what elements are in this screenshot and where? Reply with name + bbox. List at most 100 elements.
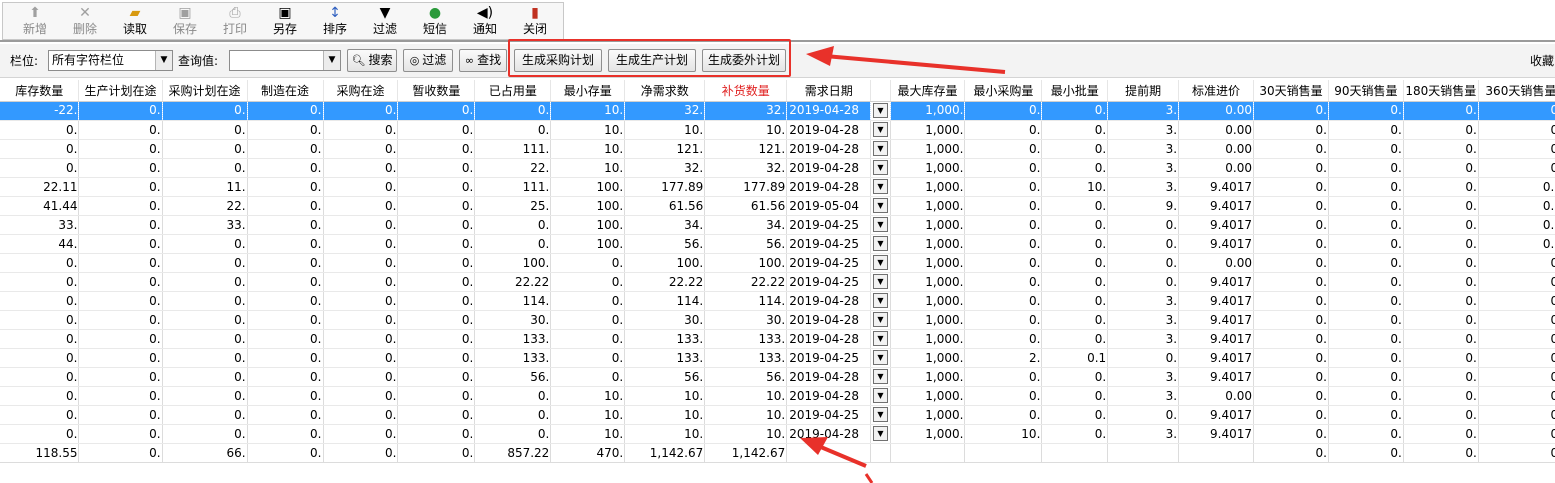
table-cell[interactable]: 0. — [323, 253, 399, 273]
table-cell[interactable]: 0. — [397, 215, 476, 235]
chevron-down-icon[interactable]: ▼ — [872, 179, 888, 194]
table-cell[interactable]: 0. — [1041, 272, 1109, 292]
table-cell[interactable]: 10. — [704, 120, 788, 140]
table-cell[interactable]: 0. — [1253, 405, 1329, 425]
column-header[interactable]: 净需求数 — [624, 80, 706, 101]
table-cell[interactable]: 10. — [964, 424, 1043, 444]
table-cell[interactable]: 0. — [474, 405, 552, 425]
chevron-down-icon[interactable]: ▼ — [872, 407, 888, 422]
table-cell[interactable]: 0. — [78, 405, 163, 425]
table-cell[interactable]: 177.89 — [704, 177, 788, 197]
table-cell[interactable]: 0. — [1403, 367, 1479, 387]
table-cell[interactable]: 0. — [550, 272, 626, 292]
column-header[interactable]: 最小批量 — [1041, 80, 1109, 101]
table-cell[interactable]: 9.4017 — [1178, 405, 1254, 425]
table-cell[interactable]: 100. — [550, 234, 626, 254]
table-cell[interactable]: 0. — [964, 215, 1043, 235]
column-header[interactable]: 最大库存量 — [890, 80, 966, 101]
table-cell[interactable]: 0. — [1328, 443, 1404, 463]
table-cell[interactable]: 0. — [397, 367, 476, 387]
table-cell[interactable]: 9. — [1107, 196, 1180, 216]
table-row[interactable]: 0. 0. 0. 0. 0. 0. 111. 10. 121. 121. 2019-04-28 ▼ 1,… — [0, 139, 1555, 159]
table-cell[interactable]: 0. — [474, 234, 552, 254]
chevron-down-icon[interactable]: ▼ — [323, 51, 340, 70]
sort-button[interactable]: ↕ 排序 — [310, 4, 360, 40]
table-cell[interactable]: 32. — [624, 158, 706, 178]
table-cell[interactable]: 56. — [704, 367, 788, 387]
table-cell[interactable]: 0. — [1253, 329, 1329, 349]
table-cell[interactable]: 2019-04-25 — [786, 234, 872, 254]
chevron-down-icon[interactable]: ▼ — [872, 198, 888, 213]
table-cell[interactable]: 0. — [1478, 272, 1555, 292]
column-header[interactable]: 180天销售量 — [1403, 80, 1479, 101]
table-cell[interactable]: 0. — [964, 310, 1043, 330]
table-cell[interactable]: 0. — [78, 367, 163, 387]
table-cell[interactable]: 2019-04-28 — [786, 291, 872, 311]
table-cell[interactable]: 0. — [78, 272, 163, 292]
table-cell[interactable]: 118.55 — [0, 443, 80, 463]
table-cell[interactable]: 0. — [1328, 101, 1404, 121]
table-cell[interactable]: 2019-04-28 — [786, 424, 872, 444]
table-cell[interactable]: 10. — [1041, 177, 1109, 197]
table-cell[interactable]: 3. — [1107, 386, 1180, 406]
table-cell[interactable]: 22.22 — [704, 272, 788, 292]
table-cell[interactable]: 0. — [1328, 177, 1404, 197]
table-cell[interactable]: 133. — [624, 329, 706, 349]
table-cell[interactable]: 56. — [624, 234, 706, 254]
save-as-button[interactable]: ▣ 另存 — [260, 4, 310, 40]
table-cell[interactable]: 0. — [323, 139, 399, 159]
chevron-down-icon[interactable]: ▼ — [872, 312, 888, 327]
table-cell[interactable]: 0. — [323, 272, 399, 292]
table-cell[interactable]: 0. — [323, 120, 399, 140]
table-cell[interactable]: 0. — [1041, 196, 1109, 216]
table-cell[interactable]: 0. — [550, 348, 626, 368]
table-cell[interactable]: 0. — [1328, 329, 1404, 349]
table-cell[interactable]: 0. — [397, 291, 476, 311]
table-cell[interactable]: 0. — [1041, 120, 1109, 140]
table-cell[interactable]: 0. — [162, 272, 248, 292]
table-cell[interactable]: 0. — [1107, 234, 1180, 254]
table-cell[interactable]: 0. — [162, 367, 248, 387]
table-cell[interactable]: 0. — [247, 348, 324, 368]
find-button[interactable]: ∞ 查找 — [459, 49, 507, 72]
table-cell[interactable] — [1178, 443, 1254, 463]
table-cell[interactable]: 0. — [1253, 272, 1329, 292]
column-header[interactable]: 已占用量 — [474, 80, 552, 101]
table-cell[interactable]: 0. — [397, 139, 476, 159]
table-cell[interactable]: 9.4017 — [1178, 215, 1254, 235]
table-cell[interactable]: 0. — [1403, 443, 1479, 463]
table-cell[interactable]: 1,000. — [890, 272, 966, 292]
table-cell[interactable]: 0. — [1107, 272, 1180, 292]
table-cell[interactable]: 1,142.67 — [624, 443, 706, 463]
print-button[interactable]: ⎙ 打印 — [210, 4, 260, 40]
table-cell[interactable]: 32. — [624, 101, 706, 121]
table-cell[interactable]: 0. — [964, 120, 1043, 140]
table-cell[interactable]: 0. — [78, 101, 163, 121]
table-cell[interactable]: 10. — [624, 424, 706, 444]
table-cell[interactable]: 0. — [78, 329, 163, 349]
table-cell[interactable]: 0. — [1253, 367, 1329, 387]
table-cell[interactable]: 0.00 — [1178, 158, 1254, 178]
table-cell[interactable]: 0. — [1253, 215, 1329, 235]
table-cell[interactable]: 0. — [397, 272, 476, 292]
table-cell[interactable]: 0. — [1403, 253, 1479, 273]
table-cell[interactable]: 0. — [1253, 424, 1329, 444]
close-button[interactable]: ▮ 关闭 — [510, 4, 560, 40]
table-cell[interactable]: 1,000. — [890, 177, 966, 197]
table-cell[interactable]: 0. — [1403, 310, 1479, 330]
table-cell[interactable]: 0. — [78, 386, 163, 406]
column-header[interactable]: 需求日期 — [786, 80, 872, 101]
table-cell[interactable]: 9.4017 — [1178, 272, 1254, 292]
table-cell[interactable]: 0. — [1478, 348, 1555, 368]
table-cell[interactable]: 1,000. — [890, 101, 966, 121]
table-row[interactable]: 0. 0. 0. 0. 0. 0. 0. 10. 10. 10. 2019-04-25 ▼ 1,000.… — [0, 405, 1555, 425]
table-cell[interactable]: 1,000. — [890, 215, 966, 235]
table-cell[interactable]: 2019-04-28 — [786, 101, 872, 121]
table-cell[interactable]: 0. — [1041, 158, 1109, 178]
table-cell[interactable]: 0. — [247, 386, 324, 406]
table-cell[interactable]: 22. — [162, 196, 248, 216]
new-button[interactable]: ⬆ 新增 — [10, 4, 60, 40]
table-cell[interactable]: 2. — [964, 348, 1043, 368]
column-header[interactable]: 暂收数量 — [397, 80, 476, 101]
table-cell[interactable]: 0. — [162, 253, 248, 273]
